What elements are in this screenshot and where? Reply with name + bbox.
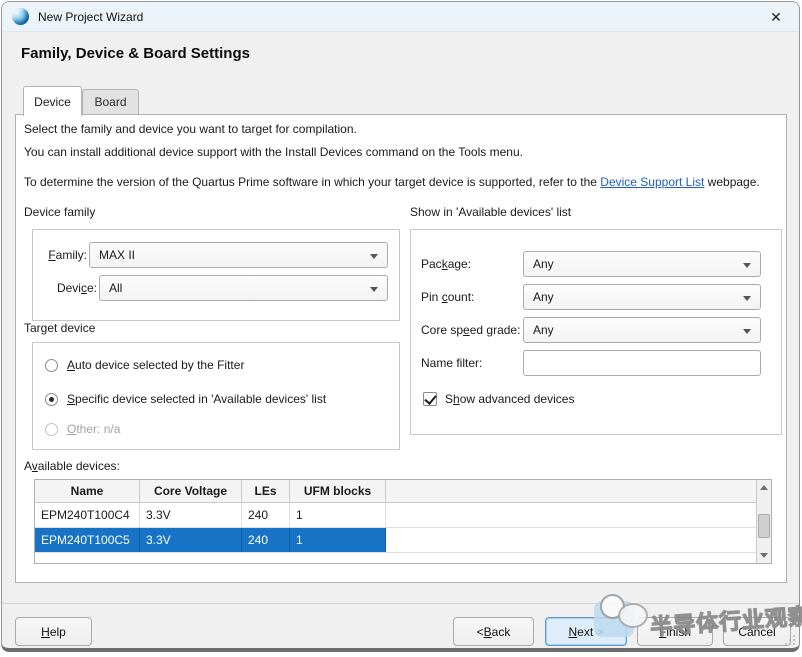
chevron-down-icon xyxy=(743,263,751,268)
device-label: Device: xyxy=(41,281,97,295)
radio-checked-icon xyxy=(45,393,58,406)
scrollbar-thumb[interactable] xyxy=(758,514,770,538)
next-button[interactable]: Next > xyxy=(545,617,627,646)
quartus-app-icon xyxy=(12,8,29,25)
tab-device[interactable]: Device xyxy=(23,86,82,116)
column-header-les[interactable]: LEs xyxy=(242,480,290,502)
help-button[interactable]: Help xyxy=(15,617,92,646)
radio-other-label: Other: n/a xyxy=(67,422,120,436)
show-filters-title: Show in 'Available devices' list xyxy=(410,205,571,219)
cell-filler xyxy=(386,503,771,527)
window-title: New Project Wizard xyxy=(38,10,143,24)
intro-line-2: You can install additional device suppor… xyxy=(24,145,523,159)
radio-icon xyxy=(45,359,58,372)
radio-specific-device[interactable]: Specific device selected in 'Available d… xyxy=(45,389,326,409)
core-speed-grade-dropdown-value: Any xyxy=(533,323,554,337)
device-support-list-link[interactable]: Device Support List xyxy=(600,175,704,189)
chevron-down-icon xyxy=(370,254,378,259)
name-filter-label: Name filter: xyxy=(421,356,482,370)
cell-ufm-blocks: 1 xyxy=(290,503,386,527)
table-header-row: Name Core Voltage LEs UFM blocks xyxy=(35,480,771,503)
finish-button[interactable]: Finish xyxy=(637,617,713,646)
button-row-separator xyxy=(2,603,799,604)
name-filter-input[interactable] xyxy=(523,350,761,376)
radio-other: Other: n/a xyxy=(45,419,120,439)
scroll-up-icon[interactable] xyxy=(757,480,771,495)
available-devices-table[interactable]: Name Core Voltage LEs UFM blocks EPM240T… xyxy=(34,479,772,564)
close-icon[interactable]: ✕ xyxy=(767,8,785,26)
column-header-core-voltage[interactable]: Core Voltage xyxy=(140,480,242,502)
family-dropdown-value: MAX II xyxy=(99,248,135,262)
table-row-selected[interactable]: EPM240T100C5 3.3V 240 1 xyxy=(35,528,771,553)
cell-les: 240 xyxy=(242,528,290,552)
cell-name: EPM240T100C5 xyxy=(35,528,140,552)
radio-auto-device-label: Auto device selected by the Fitter xyxy=(67,358,244,372)
table-row[interactable]: EPM240T100C4 3.3V 240 1 xyxy=(35,503,771,528)
radio-disabled-icon xyxy=(45,423,58,436)
core-speed-grade-dropdown[interactable]: Any xyxy=(523,317,761,343)
cancel-button[interactable]: Cancel xyxy=(723,617,791,646)
package-dropdown-value: Any xyxy=(533,257,554,271)
target-device-group: Auto device selected by the Fitter Speci… xyxy=(32,342,400,450)
pin-count-label: Pin count: xyxy=(421,290,474,304)
pin-count-dropdown[interactable]: Any xyxy=(523,284,761,310)
cell-name: EPM240T100C4 xyxy=(35,503,140,527)
show-filters-group: Package: Any Pin count: Any Core speed g… xyxy=(410,229,782,435)
cell-filler xyxy=(386,528,771,552)
column-header-name[interactable]: Name xyxy=(35,480,140,502)
package-dropdown[interactable]: Any xyxy=(523,251,761,277)
column-header-filler xyxy=(386,480,771,502)
cell-ufm-blocks: 1 xyxy=(290,528,386,552)
core-speed-grade-label: Core speed grade: xyxy=(421,323,520,337)
device-family-title: Device family xyxy=(24,205,95,219)
scroll-down-icon[interactable] xyxy=(757,548,771,563)
tab-board[interactable]: Board xyxy=(82,89,139,114)
device-dropdown[interactable]: All xyxy=(99,275,388,301)
cell-les: 240 xyxy=(242,503,290,527)
show-advanced-devices-checkbox[interactable]: Show advanced devices xyxy=(423,392,574,406)
intro-line-3-suffix: webpage. xyxy=(704,175,759,189)
device-dropdown-value: All xyxy=(109,281,122,295)
titlebar: New Project Wizard ✕ xyxy=(2,2,799,32)
page-title: Family, Device & Board Settings xyxy=(21,45,250,62)
available-devices-label: Available devices: xyxy=(24,459,120,473)
pin-count-dropdown-value: Any xyxy=(533,290,554,304)
device-family-group: Family: MAX II Device: All xyxy=(32,229,400,321)
table-scrollbar[interactable] xyxy=(756,480,771,563)
chevron-down-icon xyxy=(743,296,751,301)
cell-core-voltage: 3.3V xyxy=(140,503,242,527)
target-device-title: Target device xyxy=(24,321,95,335)
intro-line-1: Select the family and device you want to… xyxy=(24,122,357,136)
column-header-ufm-blocks[interactable]: UFM blocks xyxy=(290,480,386,502)
family-label: Family: xyxy=(41,248,87,262)
resize-grip[interactable] xyxy=(785,635,795,645)
chevron-down-icon xyxy=(743,329,751,334)
intro-line-3-prefix: To determine the version of the Quartus … xyxy=(24,175,600,189)
back-button[interactable]: < Back xyxy=(453,617,534,646)
radio-auto-device[interactable]: Auto device selected by the Fitter xyxy=(45,355,244,375)
radio-specific-device-label: Specific device selected in 'Available d… xyxy=(67,392,326,406)
new-project-wizard-dialog: New Project Wizard ✕ Family, Device & Bo… xyxy=(1,1,800,652)
package-label: Package: xyxy=(421,257,471,271)
show-advanced-devices-label: Show advanced devices xyxy=(445,392,574,406)
family-dropdown[interactable]: MAX II xyxy=(89,242,388,268)
cell-core-voltage: 3.3V xyxy=(140,528,242,552)
device-tab-panel: Select the family and device you want to… xyxy=(15,114,787,583)
chevron-down-icon xyxy=(370,287,378,292)
checkbox-checked-icon xyxy=(423,392,437,406)
intro-line-3: To determine the version of the Quartus … xyxy=(24,175,760,189)
